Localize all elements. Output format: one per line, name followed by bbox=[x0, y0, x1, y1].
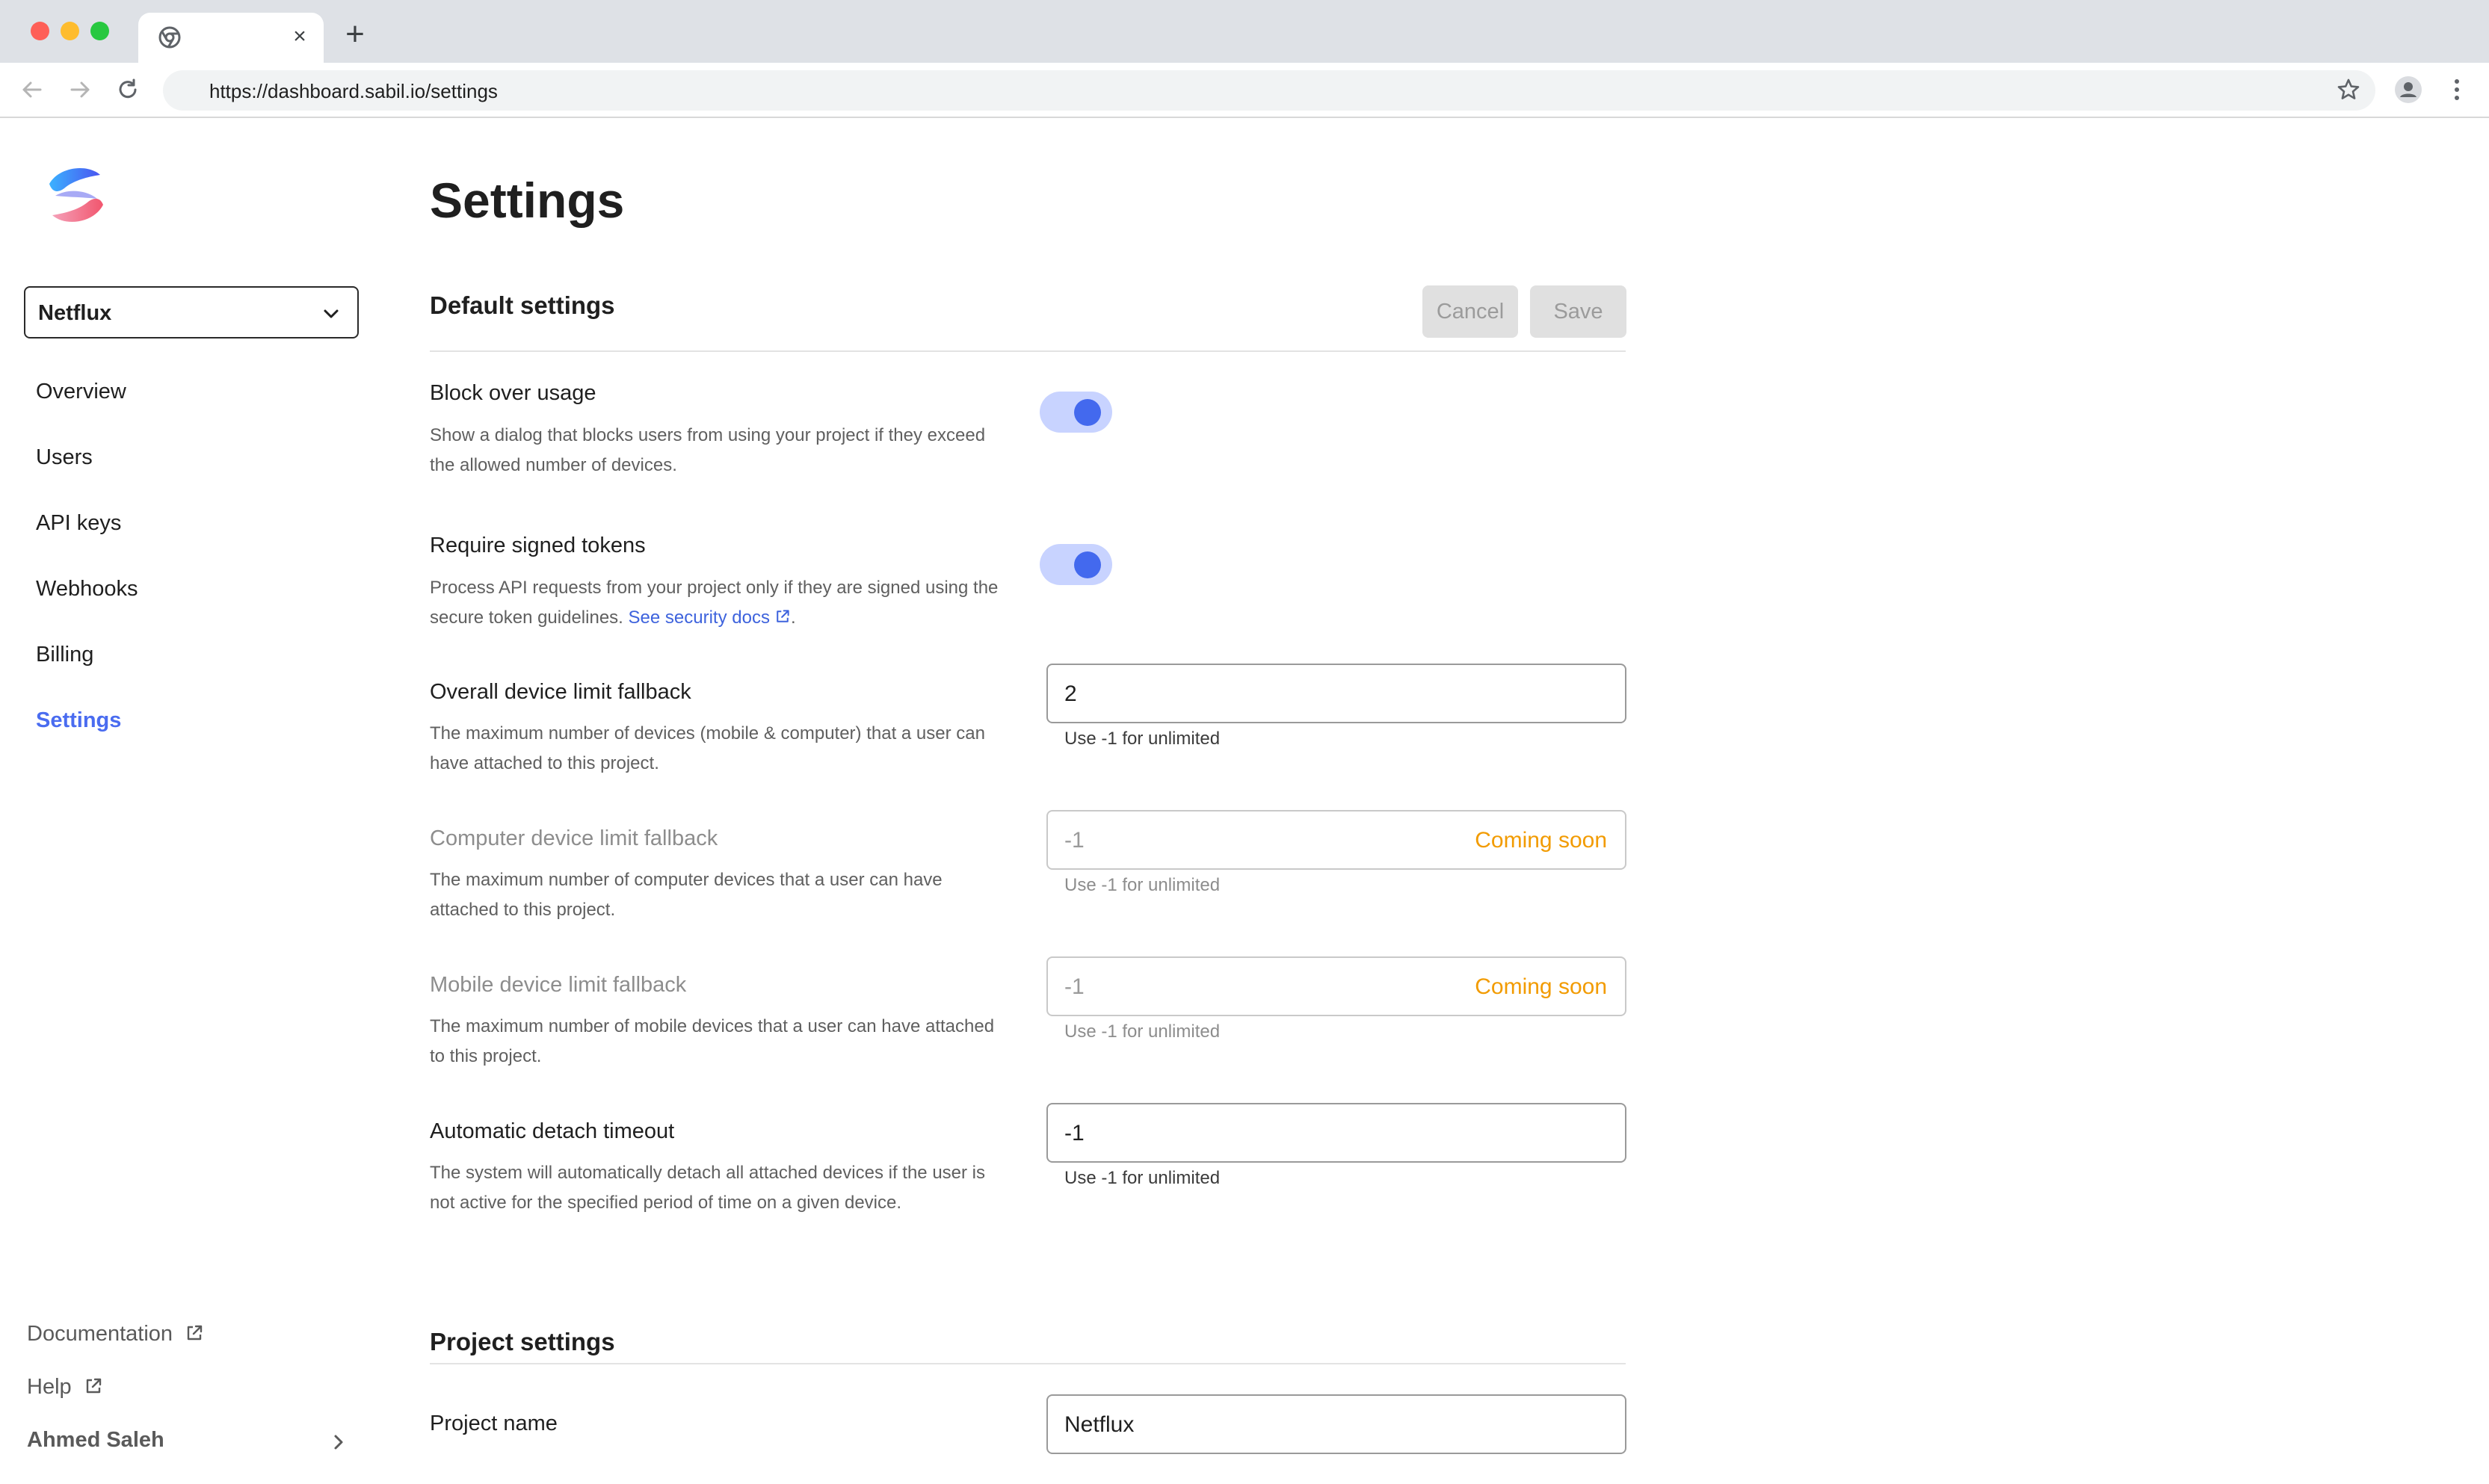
reload-icon[interactable] bbox=[112, 74, 144, 105]
sidebar-item-api-keys[interactable]: API keys bbox=[36, 511, 121, 536]
project-name-value: Netflux bbox=[1064, 1412, 1135, 1437]
section-divider bbox=[430, 1363, 1626, 1364]
automatic-detach-timeout-value: -1 bbox=[1064, 1121, 1085, 1146]
back-arrow-icon[interactable] bbox=[16, 74, 48, 105]
overall-device-limit-description: The maximum number of devices (mobile & … bbox=[430, 723, 985, 773]
require-signed-tokens-period: . bbox=[790, 607, 796, 628]
external-link-icon bbox=[86, 1378, 101, 1394]
help-link[interactable]: Help bbox=[27, 1375, 103, 1400]
mobile-device-limit-value: -1 bbox=[1064, 974, 1085, 999]
browser-toolbar: https://dashboard.sabil.io/settings bbox=[0, 63, 2489, 118]
overall-device-limit-label: Overall device limit fallback bbox=[430, 680, 691, 704]
computer-device-limit-label: Computer device limit fallback bbox=[430, 826, 718, 850]
toggle-knob bbox=[1074, 399, 1101, 426]
cancel-button[interactable]: Cancel bbox=[1422, 285, 1518, 338]
sidebar-item-users[interactable]: Users bbox=[36, 445, 93, 470]
user-name: Ahmed Saleh bbox=[27, 1428, 164, 1452]
mobile-device-limit-label: Mobile device limit fallback bbox=[430, 973, 687, 997]
chrome-favicon-icon bbox=[158, 26, 181, 49]
sidebar-item-billing[interactable]: Billing bbox=[36, 643, 93, 667]
require-signed-tokens-description: Process API requests from your project o… bbox=[430, 573, 1013, 633]
mobile-device-limit-help: Use -1 for unlimited bbox=[1064, 1021, 1221, 1042]
automatic-detach-timeout-input[interactable]: -1 bbox=[1046, 1103, 1626, 1163]
tab-close-icon[interactable]: × bbox=[286, 23, 313, 50]
profile-avatar-icon[interactable] bbox=[2393, 74, 2424, 105]
user-menu[interactable]: Ahmed Saleh bbox=[27, 1428, 348, 1458]
computer-device-limit-help: Use -1 for unlimited bbox=[1064, 875, 1221, 895]
address-bar-url: https://dashboard.sabil.io/settings bbox=[209, 80, 498, 102]
forward-arrow-icon[interactable] bbox=[64, 74, 96, 105]
toggle-knob bbox=[1074, 551, 1101, 578]
chevron-down-icon bbox=[324, 309, 339, 318]
overall-device-limit-input[interactable]: 2 bbox=[1046, 664, 1626, 723]
documentation-link-label: Documentation bbox=[27, 1322, 173, 1346]
window-zoom-button[interactable] bbox=[90, 22, 109, 40]
page-title: Settings bbox=[430, 173, 625, 228]
automatic-detach-timeout-description: The system will automatically detach all… bbox=[430, 1163, 986, 1213]
project-selector-value: Netflux bbox=[38, 301, 112, 325]
overall-device-limit-help: Use -1 for unlimited bbox=[1064, 729, 1221, 749]
sidebar-item-webhooks[interactable]: Webhooks bbox=[36, 577, 138, 602]
computer-device-limit-input: -1 Coming soon bbox=[1046, 810, 1626, 870]
block-over-usage-description: Show a dialog that blocks users from usi… bbox=[430, 425, 986, 475]
project-name-input[interactable]: Netflux bbox=[1046, 1394, 1626, 1454]
window-minimize-button[interactable] bbox=[61, 22, 79, 40]
automatic-detach-timeout-help: Use -1 for unlimited bbox=[1064, 1168, 1221, 1188]
sidebar-item-settings[interactable]: Settings bbox=[36, 708, 121, 733]
save-button[interactable]: Save bbox=[1530, 285, 1626, 338]
window-close-button[interactable] bbox=[31, 22, 49, 40]
require-signed-tokens-toggle[interactable] bbox=[1040, 544, 1112, 585]
mobile-device-limit-input: -1 Coming soon bbox=[1046, 956, 1626, 1016]
sidebar-item-overview[interactable]: Overview bbox=[36, 380, 126, 404]
address-bar[interactable]: https://dashboard.sabil.io/settings bbox=[163, 70, 2375, 111]
external-link-icon bbox=[187, 1325, 203, 1341]
browser-tab-strip: × + bbox=[0, 0, 2489, 63]
default-settings-title: Default settings bbox=[430, 291, 615, 319]
security-docs-link-label: See security docs bbox=[628, 607, 770, 628]
mobile-device-limit-description: The maximum number of mobile devices tha… bbox=[430, 1016, 995, 1066]
section-divider bbox=[430, 350, 1626, 352]
project-settings-title: Project settings bbox=[430, 1328, 615, 1355]
browser-tab[interactable]: × bbox=[138, 13, 324, 63]
project-selector[interactable]: Netflux bbox=[24, 286, 359, 338]
block-over-usage-toggle[interactable] bbox=[1040, 392, 1112, 433]
overall-device-limit-value: 2 bbox=[1064, 681, 1077, 706]
coming-soon-badge: Coming soon bbox=[1475, 974, 1607, 999]
security-docs-link[interactable]: See security docs bbox=[629, 607, 791, 628]
documentation-link[interactable]: Documentation bbox=[27, 1322, 204, 1347]
project-name-label: Project name bbox=[430, 1412, 558, 1435]
new-tab-button[interactable]: + bbox=[340, 18, 370, 51]
automatic-detach-timeout-label: Automatic detach timeout bbox=[430, 1119, 675, 1143]
computer-device-limit-description: The maximum number of computer devices t… bbox=[430, 870, 943, 920]
coming-soon-badge: Coming soon bbox=[1475, 828, 1607, 853]
bookmark-star-icon[interactable] bbox=[2333, 74, 2364, 105]
sabil-logo-icon bbox=[49, 167, 103, 222]
block-over-usage-label: Block over usage bbox=[430, 381, 596, 405]
help-link-label: Help bbox=[27, 1375, 72, 1399]
external-link-icon bbox=[777, 610, 789, 622]
chevron-right-icon bbox=[334, 1435, 343, 1450]
computer-device-limit-value: -1 bbox=[1064, 828, 1085, 853]
require-signed-tokens-label: Require signed tokens bbox=[430, 534, 646, 557]
browser-menu-icon[interactable] bbox=[2441, 74, 2473, 105]
